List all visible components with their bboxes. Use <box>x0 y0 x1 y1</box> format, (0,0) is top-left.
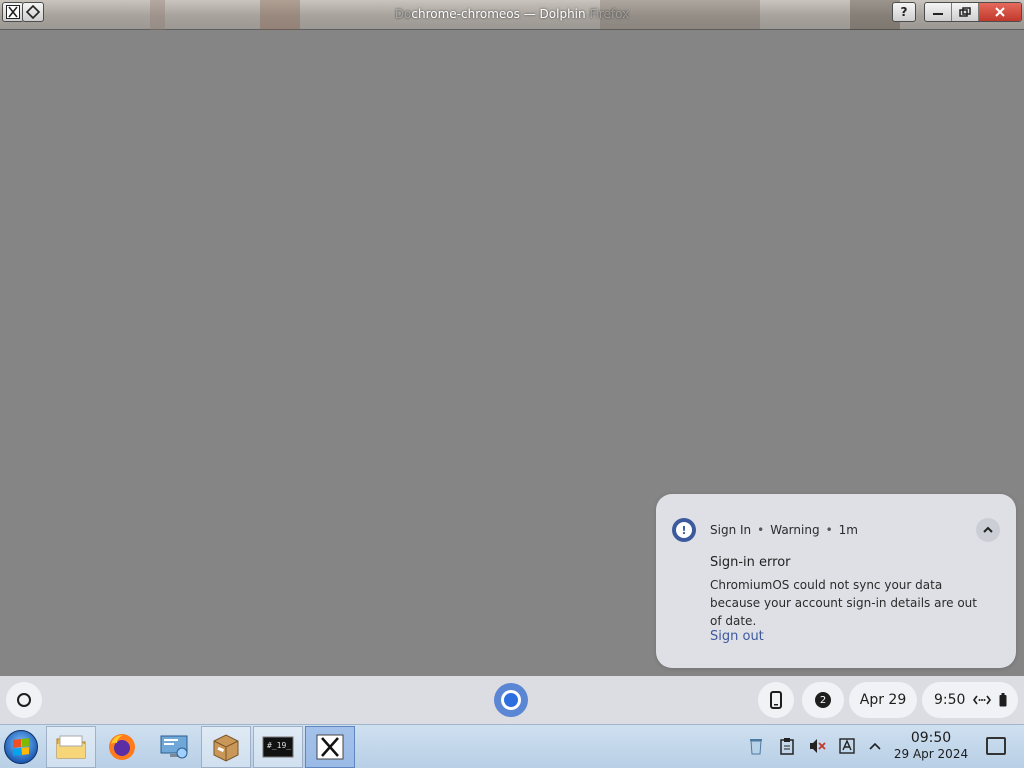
sign-out-button[interactable]: Sign out <box>710 629 764 644</box>
notification-source: Sign In <box>710 523 752 537</box>
taskbar-package-archive[interactable] <box>201 726 251 768</box>
battery-icon <box>999 693 1007 707</box>
window-controls <box>924 2 1022 22</box>
notification-title: Sign-in error <box>710 555 791 570</box>
taskbar-file-manager[interactable] <box>46 726 96 768</box>
chromeos-shelf: 2 Apr 29 9:50 <box>0 676 1024 724</box>
taskbar-x-window[interactable] <box>305 726 355 768</box>
x-icon <box>316 734 344 760</box>
window-title: Dochrome-chromeos — Dolphin Firefox <box>394 7 630 21</box>
folder-icon <box>56 735 86 759</box>
maximize-button[interactable] <box>952 3 979 21</box>
time-label: 9:50 <box>934 692 966 708</box>
windows-taskbar: #_19_ 09:50 29 Apr 2024 <box>0 724 1024 768</box>
notification-age: 1m <box>838 523 858 537</box>
launcher-icon <box>17 693 31 707</box>
warning-icon: ! <box>672 518 696 542</box>
taskbar-firefox[interactable] <box>97 726 147 768</box>
help-label: ? <box>900 5 908 19</box>
show-desktop-icon[interactable] <box>986 737 1006 755</box>
taskbar-terminal[interactable]: #_19_ <box>253 726 303 768</box>
phone-icon <box>770 691 782 709</box>
start-button[interactable] <box>4 730 38 764</box>
monitor-icon <box>160 735 188 759</box>
help-button[interactable]: ? <box>892 2 916 22</box>
chrome-app-icon[interactable] <box>494 683 528 717</box>
network-ethernet-icon <box>973 695 992 705</box>
taskbar-clock[interactable]: 09:50 29 Apr 2024 <box>888 730 974 762</box>
taskbar-remote-desktop[interactable] <box>149 726 199 768</box>
recycle-icon[interactable] <box>747 737 765 755</box>
minimize-button[interactable] <box>925 3 952 21</box>
close-button[interactable] <box>979 3 1021 21</box>
date-tray-button[interactable]: Apr 29 <box>849 682 917 718</box>
keyboard-layout-icon[interactable] <box>838 737 856 755</box>
chevron-up-icon[interactable] <box>866 737 884 755</box>
window-titlebar: Dochrome-chromeos — Dolphin Firefox ? <box>0 0 1024 30</box>
signin-notification[interactable]: ! Sign In • Warning • 1m Sign-in error C… <box>656 494 1016 668</box>
volume-muted-icon[interactable] <box>808 737 826 755</box>
notification-body: ChromiumOS could not sync your data beca… <box>710 578 977 628</box>
package-icon <box>213 734 239 762</box>
clipboard-icon[interactable] <box>778 737 796 755</box>
phone-hub-button[interactable] <box>758 682 794 718</box>
notification-count-badge: 2 <box>815 692 831 708</box>
launcher-button[interactable] <box>6 682 42 718</box>
svg-text:#_19_: #_19_ <box>267 741 291 750</box>
firefox-icon <box>109 734 135 760</box>
collapse-chevron-icon[interactable] <box>976 518 1000 542</box>
windows-logo-icon <box>13 738 29 756</box>
notification-counter-button[interactable]: 2 <box>802 682 844 718</box>
clock-date: 29 Apr 2024 <box>893 747 969 761</box>
terminal-icon: #_19_ <box>262 736 294 758</box>
clock-time: 09:50 <box>910 730 952 746</box>
notification-severity: Warning <box>770 523 820 537</box>
notification-header: Sign In • Warning • 1m <box>710 523 858 537</box>
date-label: Apr 29 <box>859 692 907 708</box>
status-area-button[interactable]: 9:50 <box>922 682 1018 718</box>
